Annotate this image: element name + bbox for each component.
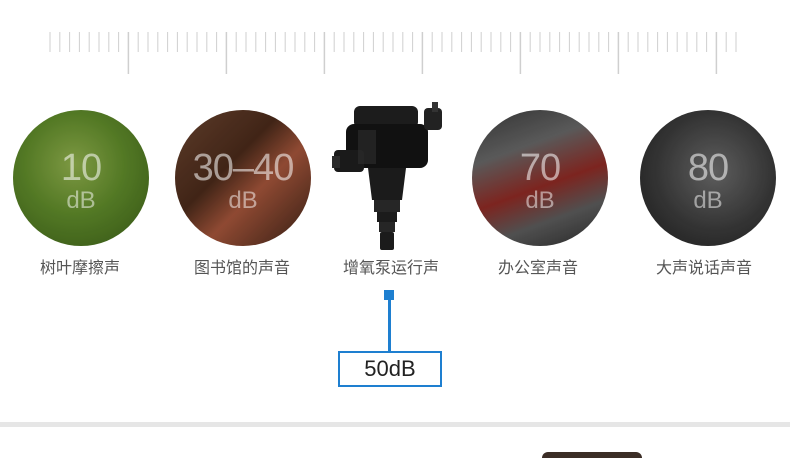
water-pump-image [332,102,442,250]
level-value: 30–40 [192,147,295,189]
level-unit: dB [228,187,258,214]
section-divider [0,422,790,427]
level-label: 增氧泵运行声 [342,258,439,277]
level-value: 80 [687,147,729,189]
pointer-line [388,296,391,352]
level-unit: dB [693,187,723,214]
library-circle-image: 30–40 dB [175,110,311,246]
next-section-image-edge [542,452,642,458]
megaphone-man-circle-image: 80 dB [640,110,776,246]
level-label: 树叶摩擦声 [39,258,120,277]
office-circle-image: 70 dB [472,110,608,246]
level-label: 图书馆的声音 [193,258,290,277]
leaves-circle-image: 10 dB [13,110,149,246]
level-unit: dB [525,187,555,214]
noise-value-box: 50dB [338,351,442,387]
level-label: 大声说话声音 [655,258,752,277]
decibel-ruler [49,32,737,74]
level-unit: dB [66,187,96,214]
level-label: 办公室声音 [497,258,578,277]
level-value: 70 [519,147,561,189]
level-value: 10 [60,147,102,189]
